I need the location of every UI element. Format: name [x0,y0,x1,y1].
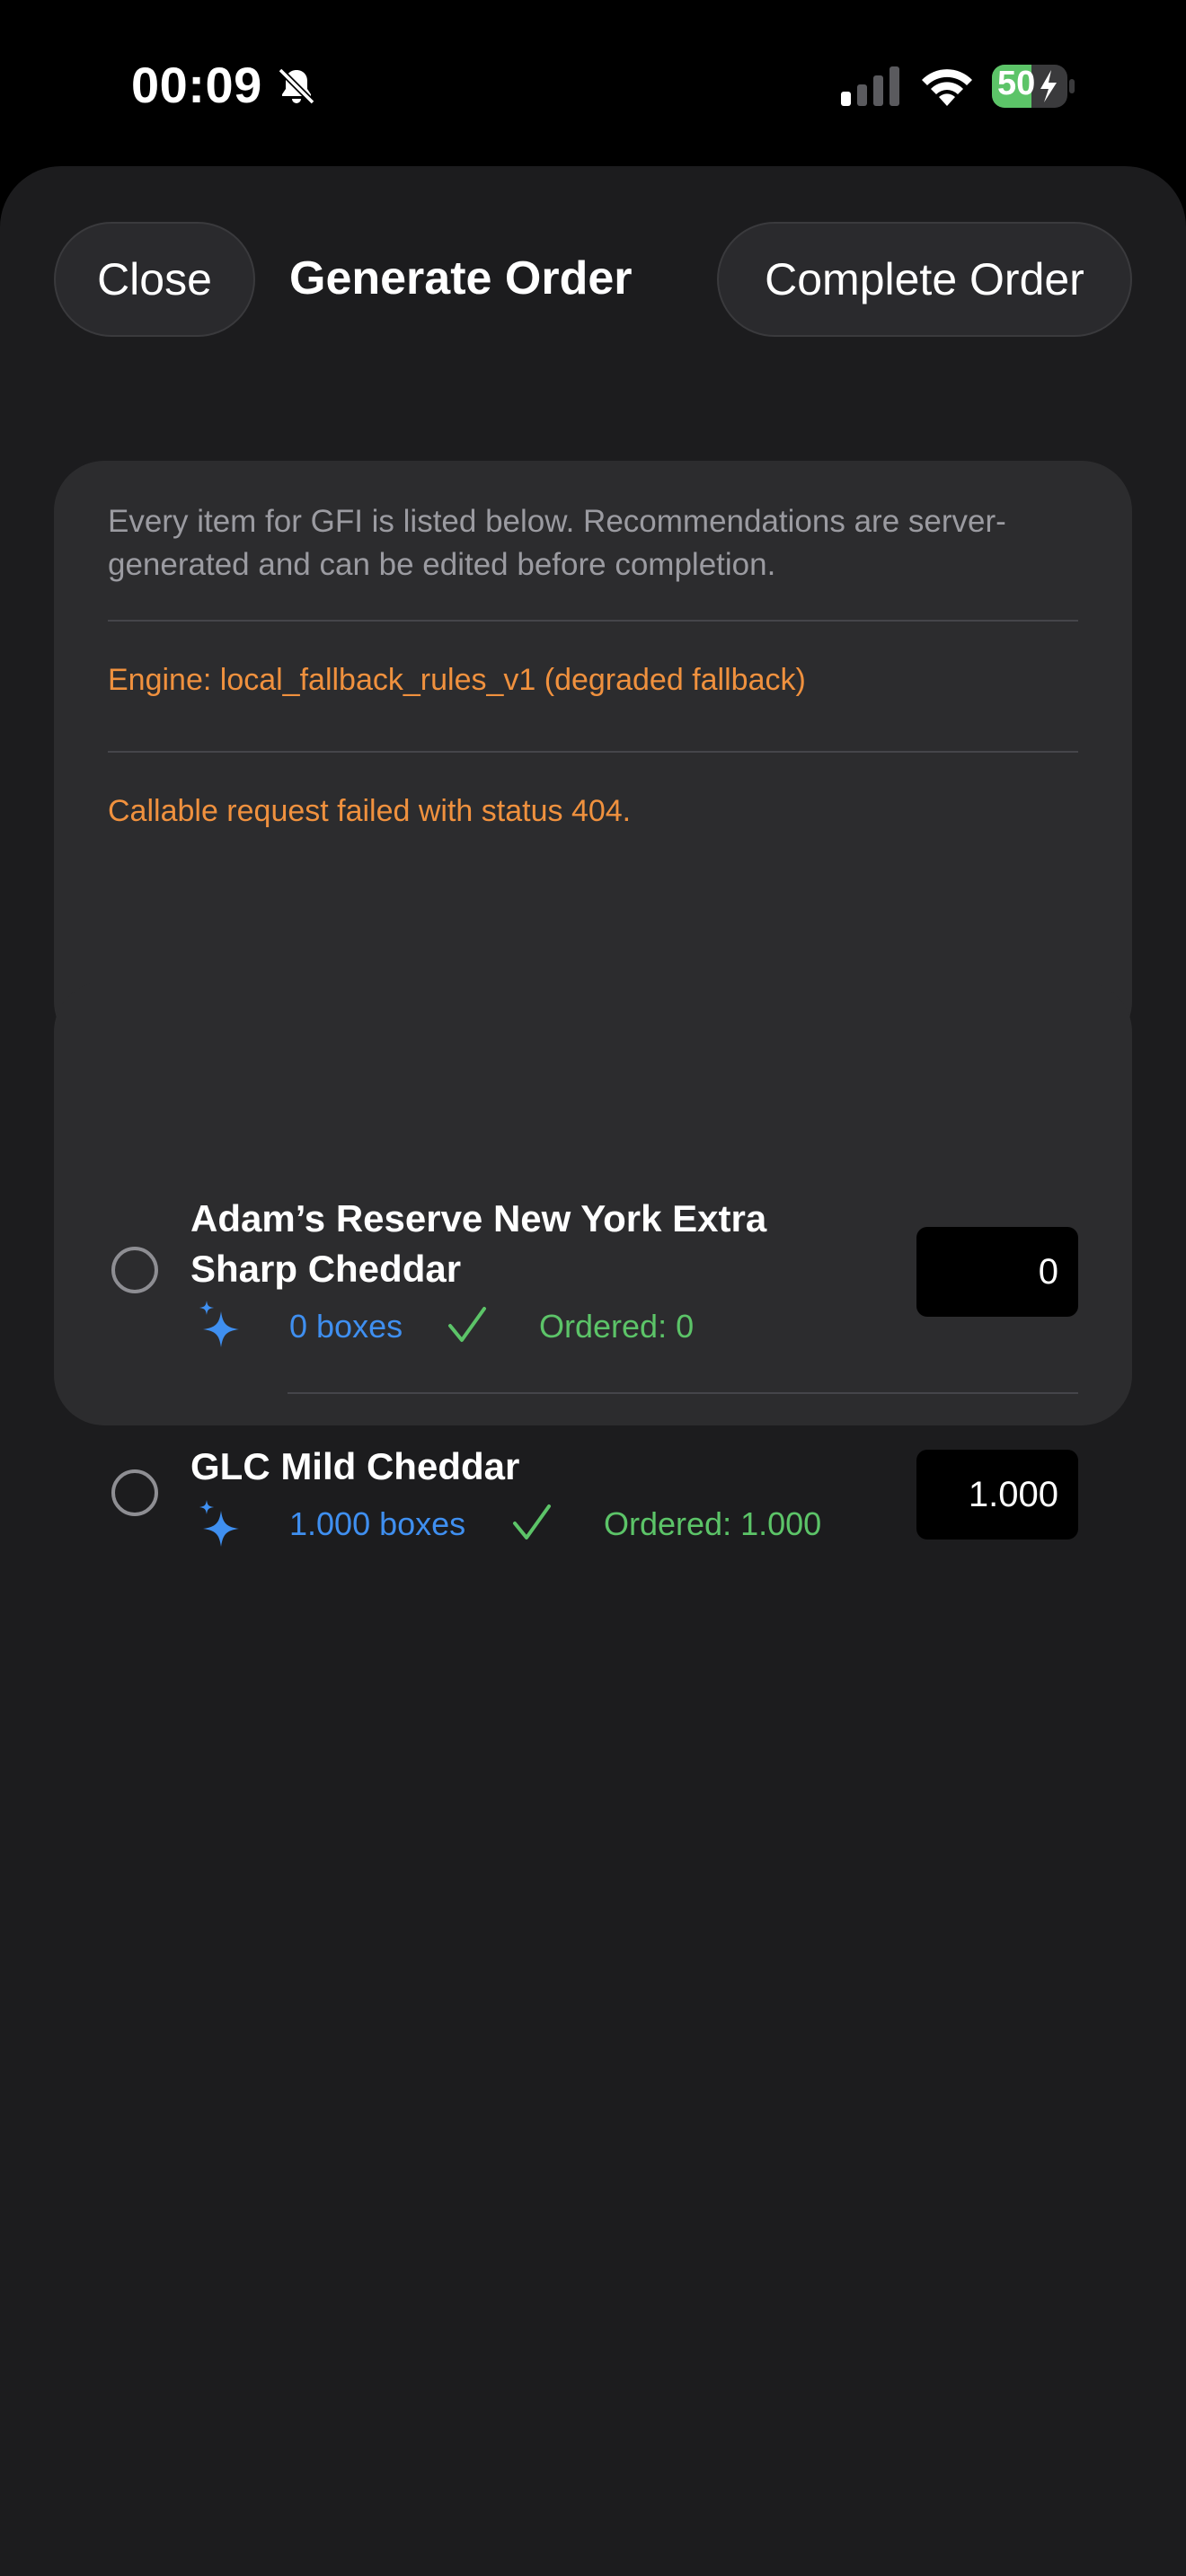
sparkles-icon [199,1301,239,1347]
page-title: Generate Order [289,252,633,304]
divider [108,751,1078,753]
complete-order-button[interactable]: Complete Order [717,222,1132,337]
divider [288,1392,1078,1394]
sparkles-icon [199,1500,239,1547]
status-bar: 00:09 50 [0,0,1186,166]
wifi-icon [922,69,972,106]
divider [108,620,1078,622]
items-card: Adam’s Reserve New York Extra Sharp Ched… [54,982,1132,1547]
quantity-input[interactable] [916,1450,1078,1539]
select-item-radio[interactable] [111,1469,158,1516]
checkmark-icon [513,1504,551,1539]
generate-order-sheet: Close Generate Order Complete Order Ever… [0,166,1186,2576]
engine-status: Engine: local_fallback_rules_v1 (degrade… [108,663,806,697]
recommended-quantity: 0 boxes [289,1308,403,1345]
select-item-radio[interactable] [111,1247,158,1293]
cellular-signal-icon [841,66,899,106]
status-time: 00:09 [131,57,262,113]
battery-level: 50 [997,65,1036,102]
bell-slash-icon [278,67,315,105]
ordered-quantity: Ordered: 1.000 [604,1505,822,1542]
close-button[interactable]: Close [54,222,255,337]
info-card: Every item for GFI is listed below. Reco… [54,461,1132,1052]
checkmark-icon [448,1307,486,1342]
info-description: Every item for GFI is listed below. Reco… [108,504,1006,582]
quantity-input[interactable] [916,1227,1078,1317]
item-name: Adam’s Reserve New York Extra Sharp Ched… [190,1197,767,1290]
item-name: GLC Mild Cheddar [190,1445,520,1487]
error-message: Callable request failed with status 404. [108,794,632,828]
recommended-quantity: 1.000 boxes [289,1505,466,1542]
ordered-quantity: Ordered: 0 [539,1308,695,1345]
screen: 00:09 50 Close Generate Order Complete O… [0,0,1186,2576]
